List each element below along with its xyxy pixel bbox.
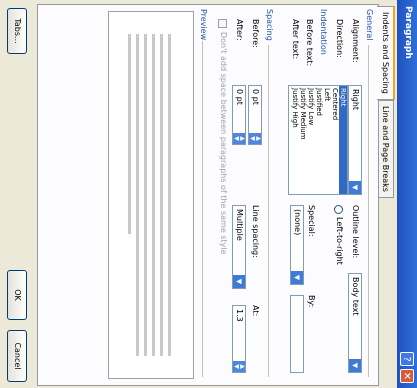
- spin-arrows-icon[interactable]: ▲ ▼: [233, 361, 246, 372]
- preview-line: [168, 34, 171, 356]
- spin-arrows-icon[interactable]: ▲ ▼: [233, 133, 246, 144]
- ok-button[interactable]: OK: [7, 270, 27, 320]
- left-to-right-radio[interactable]: [334, 205, 343, 214]
- cancel-button[interactable]: Cancel: [7, 330, 27, 382]
- spacing-after-label: After:: [235, 19, 244, 41]
- alignment-option-justified[interactable]: Justified: [315, 86, 323, 194]
- alignment-option-justify-high[interactable]: Justify High: [291, 86, 299, 194]
- tabs-button[interactable]: Tabs...: [7, 8, 27, 54]
- preview-line: [128, 34, 131, 234]
- paragraph-dialog: Paragraph ? ✕ Indents and Spacing Line a…: [0, 0, 417, 388]
- line-spacing-label: Line spacing:: [251, 205, 260, 258]
- alignment-option-left[interactable]: Left: [323, 86, 331, 194]
- general-heading: General: [365, 9, 374, 41]
- help-button[interactable]: ?: [400, 352, 414, 366]
- at-label: At:: [251, 305, 260, 317]
- direction-label: Direction:: [335, 19, 344, 58]
- line-spacing-select[interactable]: Multiple ▼: [232, 205, 246, 289]
- spacing-before-value: 0 pt: [251, 89, 260, 105]
- general-separator: [368, 45, 369, 377]
- preview-line: [136, 34, 139, 356]
- at-field[interactable]: 1.3 ▲ ▼: [232, 305, 246, 373]
- alignment-option-justify-medium[interactable]: Justify Medium: [299, 86, 307, 194]
- chevron-down-icon[interactable]: ▼: [349, 181, 361, 194]
- by-field[interactable]: [290, 295, 304, 373]
- chevron-down-icon[interactable]: ▼: [233, 275, 245, 288]
- screenshot-stage: Paragraph ? ✕ Indents and Spacing Line a…: [0, 0, 417, 388]
- preview-separator: [202, 41, 203, 377]
- alignment-select[interactable]: Right ▼: [348, 85, 362, 195]
- outline-level-value: Body text: [351, 277, 360, 316]
- dont-add-space-label: Don't add space between paragraphs of th…: [219, 32, 228, 255]
- at-value: 1.3: [235, 309, 244, 322]
- dialog-title: Paragraph: [403, 6, 413, 59]
- spacing-heading: Spacing: [265, 9, 274, 41]
- spin-arrows-icon[interactable]: ▲ ▼: [249, 133, 262, 144]
- preview-heading: Preview: [199, 9, 208, 41]
- alignment-value: Right: [351, 89, 360, 111]
- chevron-down-icon[interactable]: ▼: [349, 359, 361, 372]
- alignment-options-list[interactable]: Right Centered Left Justified Justify Lo…: [288, 85, 348, 195]
- alignment-option-centered[interactable]: Centered: [331, 86, 339, 194]
- spacing-separator: [268, 45, 269, 377]
- special-label: Special:: [307, 205, 316, 237]
- alignment-label: Alignment:: [351, 19, 360, 63]
- preview-line: [160, 34, 163, 356]
- tab-panel: General Alignment: Right ▼ Right Centere…: [37, 4, 379, 386]
- special-value: (none): [293, 209, 302, 236]
- chevron-down-icon[interactable]: ▼: [291, 271, 303, 284]
- close-button[interactable]: ✕: [400, 369, 414, 383]
- after-text-label: After text:: [291, 19, 300, 60]
- spacing-before-field[interactable]: 0 pt ▲ ▼: [248, 85, 262, 145]
- preview-box: [108, 11, 194, 379]
- tab-line-and-page-breaks[interactable]: Line and Page Breaks: [377, 100, 394, 198]
- before-text-label: Before text:: [305, 19, 314, 67]
- alignment-option-right[interactable]: Right: [339, 86, 347, 194]
- spacing-after-field[interactable]: 0 pt ▲ ▼: [232, 85, 246, 145]
- spacing-before-label: Before:: [251, 19, 260, 48]
- dont-add-space-checkbox[interactable]: [218, 19, 227, 28]
- by-label: By:: [307, 295, 316, 308]
- outline-level-select[interactable]: Body text ▼: [348, 273, 362, 373]
- line-spacing-value: Multiple: [235, 209, 244, 241]
- indentation-heading: Indentation: [319, 9, 328, 55]
- preview-line: [144, 34, 147, 356]
- tab-indents-and-spacing[interactable]: Indents and Spacing: [377, 6, 395, 100]
- preview-line: [152, 34, 155, 356]
- special-select[interactable]: (none) ▼: [290, 205, 304, 285]
- outline-level-label: Outline level:: [351, 205, 360, 259]
- alignment-option-justify-low[interactable]: Justify Low: [307, 86, 315, 194]
- title-bar: Paragraph ? ✕: [397, 0, 417, 388]
- left-to-right-label: Left-to-right: [335, 217, 344, 265]
- spacing-after-value: 0 pt: [235, 89, 244, 105]
